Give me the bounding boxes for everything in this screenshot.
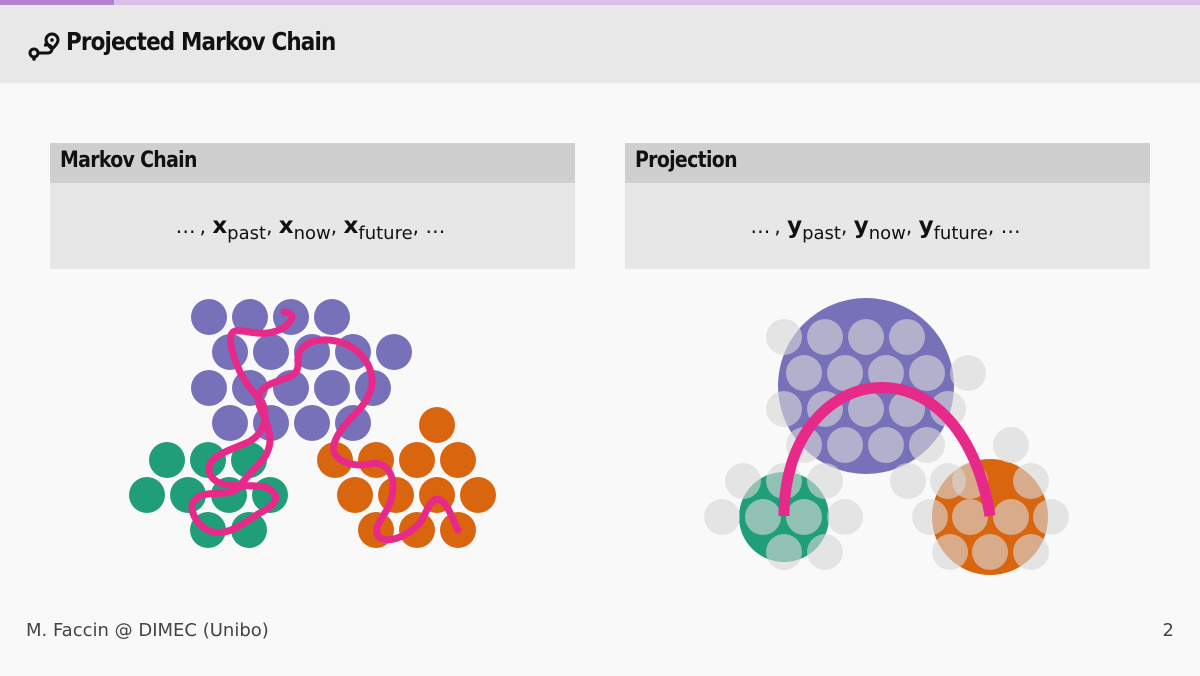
projected-microstate-dot (1033, 499, 1069, 535)
projected-microstate-dot (972, 534, 1008, 570)
sequence-formula: …, xpast, xnow, xfuture, … (175, 212, 450, 244)
variable: y (787, 212, 803, 239)
subscript-past: past (227, 222, 267, 244)
projected-microstate-dot (889, 319, 925, 355)
projected-microstate-dot (932, 534, 968, 570)
microstate-dot-orange (399, 442, 435, 478)
projected-microstate-dot (848, 319, 884, 355)
variable: x (343, 212, 359, 239)
projected-microstate-dot (827, 427, 863, 463)
variable: y (918, 212, 934, 239)
microstate-dot-purple (314, 370, 350, 406)
ellipsis: … (175, 213, 200, 238)
ellipsis: … (425, 213, 450, 238)
microstate-dot-purple (376, 334, 412, 370)
block-title-bar: Projection (625, 143, 1150, 183)
variable: x (212, 212, 228, 239)
ellipsis: … (1000, 213, 1025, 238)
projection-block: Projection …, ypast, ynow, yfuture, … (625, 143, 1150, 269)
block-title: Projection (635, 148, 738, 173)
slide-header: Projected Markov Chain (0, 5, 1200, 83)
projected-microstate-dot (827, 499, 863, 535)
sequence-formula: …, ypast, ynow, yfuture, … (750, 212, 1025, 244)
projected-microstate-dot (993, 427, 1029, 463)
projected-microstate-dot (807, 463, 843, 499)
projected-microstate-dot (807, 534, 843, 570)
block-body: …, xpast, xnow, xfuture, … (50, 183, 575, 269)
projected-microstate-dot (950, 355, 986, 391)
markov-chain-block: Markov Chain …, xpast, xnow, xfuture, … (50, 143, 575, 269)
projected-microstate-dot (912, 499, 948, 535)
route-pin-icon (28, 32, 60, 61)
footer-author: M. Faccin @ DIMEC (Unibo) (26, 620, 269, 641)
projected-microstate-dot (909, 427, 945, 463)
microstate-dot-orange (440, 442, 476, 478)
markov-chain-figure (129, 299, 496, 548)
subscript-now: now (868, 222, 906, 244)
microstate-dots (129, 299, 496, 548)
subscript-now: now (293, 222, 331, 244)
projected-microstate-dot (766, 391, 802, 427)
projected-microstate-dot (766, 319, 802, 355)
projected-microstate-dot (786, 355, 822, 391)
block-body: …, ypast, ynow, yfuture, … (625, 183, 1150, 269)
ellipsis: … (750, 213, 775, 238)
microstate-dot-purple (294, 405, 330, 441)
subscript-future: future (933, 222, 988, 244)
projected-microstate-dot (725, 463, 761, 499)
block-title: Markov Chain (60, 148, 197, 173)
projected-microstate-dot (766, 534, 802, 570)
projected-microstate-dot (807, 319, 843, 355)
microstate-dot-green (149, 442, 185, 478)
microstate-dot-purple (314, 299, 350, 335)
projected-microstate-dot (868, 427, 904, 463)
projected-microstate-dot (745, 499, 781, 535)
slide-title: Projected Markov Chain (66, 27, 336, 56)
projected-microstate-dot (1013, 534, 1049, 570)
microstate-dot-orange (337, 477, 373, 513)
microstate-dot-green (129, 477, 165, 513)
projected-microstate-dot (890, 463, 926, 499)
projected-microstate-dot (993, 499, 1029, 535)
microstate-dot-purple (212, 405, 248, 441)
projected-microstate-dot (786, 499, 822, 535)
block-title-bar: Markov Chain (50, 143, 575, 183)
projected-microstate-dot (704, 499, 740, 535)
subscript-past: past (802, 222, 841, 244)
microstate-dot-purple (191, 370, 227, 406)
microstate-dot-purple (253, 334, 289, 370)
microstate-dot-orange (460, 477, 496, 513)
projected-microstate-dots (704, 319, 1069, 570)
microstate-dot-orange (419, 407, 455, 443)
projection-figure (704, 298, 1069, 575)
variable: y (853, 212, 869, 239)
projected-microstate-dot (1013, 463, 1049, 499)
page-number: 2 (1162, 620, 1174, 641)
microstate-dot-purple (191, 299, 227, 335)
variable: x (278, 212, 294, 239)
subscript-future: future (358, 222, 413, 244)
projected-microstate-dot (909, 355, 945, 391)
